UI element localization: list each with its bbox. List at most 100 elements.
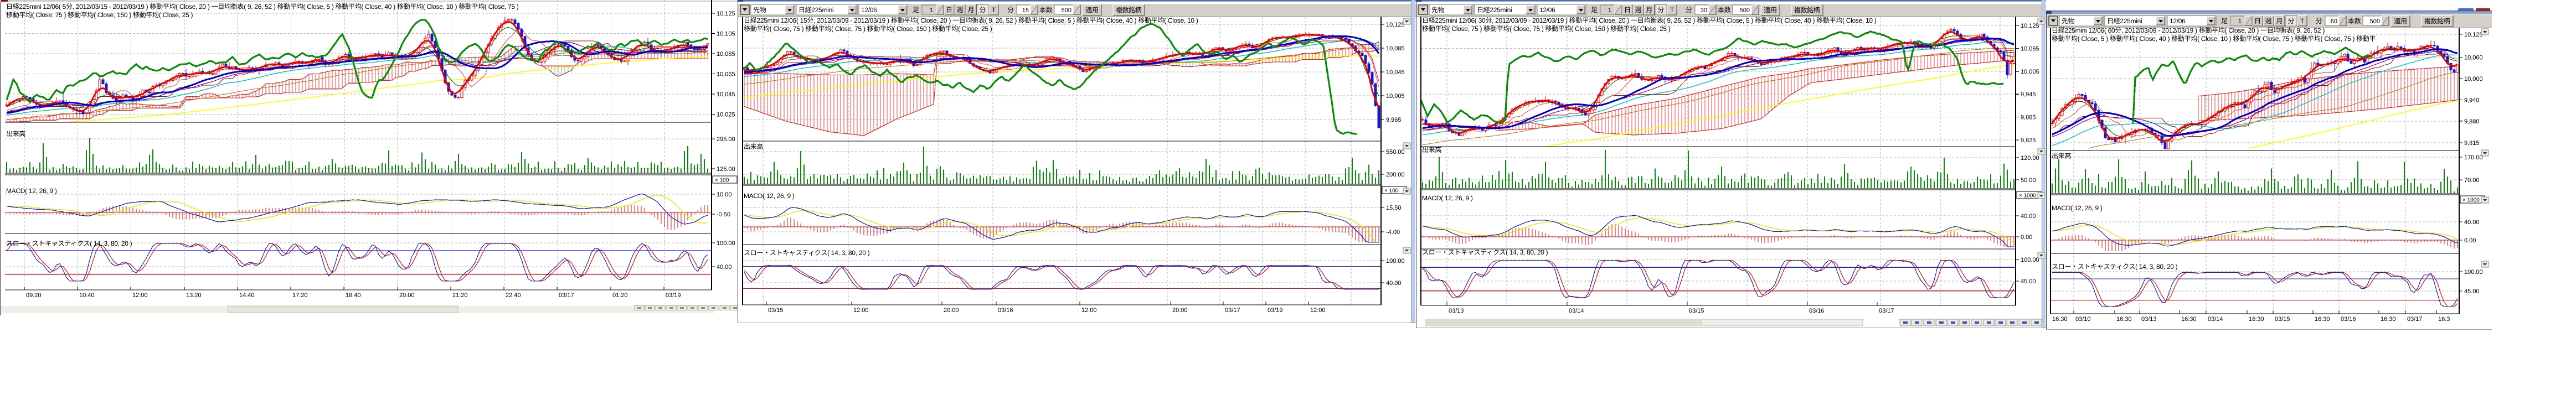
svg-text:16:30: 16:30 — [2116, 316, 2132, 323]
svg-text:分: 分 — [979, 6, 986, 14]
svg-text:03/17: 03/17 — [1879, 308, 1894, 314]
svg-text:日経225mini 12/06( 5分, 2012/03/1: 日経225mini 12/06( 5分, 2012/03/15 - 2012/0… — [6, 3, 519, 11]
svg-text:出来高: 出来高 — [744, 143, 763, 150]
svg-text:03/17: 03/17 — [2407, 316, 2423, 323]
svg-text:週: 週 — [956, 6, 963, 14]
svg-text:45.00: 45.00 — [2464, 288, 2480, 295]
svg-text:10,125: 10,125 — [1386, 22, 1405, 28]
svg-text:0.00: 0.00 — [2021, 234, 2032, 241]
svg-text:スロー・ストキャスティクス( 14, 3, 80, 20 ): スロー・ストキャスティクス( 14, 3, 80, 20 ) — [1422, 248, 1548, 256]
svg-text:T: T — [2300, 17, 2305, 25]
svg-text:移動平均( Close, 5 ) 移動平均( Close: 移動平均( Close, 5 ) 移動平均( Close, 40 ) 移動平均(… — [2052, 35, 2376, 43]
svg-text:分: 分 — [2288, 17, 2294, 25]
svg-text:100.00: 100.00 — [717, 240, 735, 247]
svg-text:MACD( 12, 26, 9 ): MACD( 12, 26, 9 ) — [1422, 194, 1473, 202]
svg-text:22:40: 22:40 — [506, 292, 521, 299]
svg-text:03/16: 03/16 — [998, 307, 1013, 314]
svg-text:60: 60 — [2331, 18, 2337, 25]
svg-text:9,815: 9,815 — [2464, 140, 2480, 147]
svg-text:12/06: 12/06 — [2170, 17, 2186, 25]
svg-text:月: 月 — [1646, 6, 1652, 14]
svg-text:× 1000: × 1000 — [2462, 198, 2480, 204]
svg-text:125.00: 125.00 — [717, 166, 735, 173]
svg-text:出来高: 出来高 — [6, 130, 25, 138]
svg-text:10,085: 10,085 — [717, 51, 735, 58]
svg-text:13:20: 13:20 — [186, 292, 202, 299]
svg-text:40.00: 40.00 — [2021, 213, 2036, 220]
svg-text:03/17: 03/17 — [1225, 307, 1240, 314]
svg-text:MACD( 12, 26, 9 ): MACD( 12, 26, 9 ) — [2052, 204, 2103, 212]
svg-text:15.50: 15.50 — [1386, 205, 1402, 211]
svg-text:複数銘柄: 複数銘柄 — [1116, 7, 1142, 14]
svg-text:適用: 適用 — [1764, 7, 1776, 14]
svg-text:移動平均( Close, 75 ) 移動平均( Clos: 移動平均( Close, 75 ) 移動平均( Close, 150 ) 移動平… — [6, 11, 193, 19]
svg-text:移動平均( Close, 75 ) 移動平均( Clos: 移動平均( Close, 75 ) 移動平均( Close, 75 ) 移動平均… — [744, 25, 992, 33]
svg-text:16:30: 16:30 — [2381, 316, 2396, 323]
svg-text:× 100: × 100 — [1384, 188, 1399, 194]
svg-text:100.00: 100.00 — [2021, 257, 2039, 263]
svg-text:9,940: 9,940 — [2464, 97, 2480, 103]
svg-text:10,025: 10,025 — [717, 112, 735, 118]
svg-text:14:40: 14:40 — [239, 292, 255, 299]
svg-text:足: 足 — [2221, 17, 2228, 25]
svg-text:16:30: 16:30 — [2249, 316, 2264, 323]
svg-text:月: 月 — [967, 6, 974, 14]
svg-text:本数: 本数 — [2348, 17, 2361, 25]
svg-text:1: 1 — [2238, 18, 2242, 25]
svg-text:週: 週 — [2265, 17, 2271, 25]
svg-text:10,105: 10,105 — [717, 31, 735, 38]
svg-text:03/10: 03/10 — [2075, 316, 2091, 323]
svg-text:10,125: 10,125 — [717, 11, 735, 17]
svg-text:出来高: 出来高 — [2052, 152, 2071, 160]
svg-text:本数: 本数 — [1718, 6, 1731, 14]
svg-text:本数: 本数 — [1039, 6, 1053, 14]
svg-text:日経225mini: 日経225mini — [2107, 17, 2142, 25]
svg-text:12/06: 12/06 — [1539, 6, 1555, 14]
svg-text:10,125: 10,125 — [2464, 32, 2483, 38]
svg-text:12:00: 12:00 — [1081, 307, 1097, 314]
svg-text:16:3: 16:3 — [2438, 316, 2450, 323]
svg-text:月: 月 — [2276, 17, 2283, 25]
svg-text:295.00: 295.00 — [717, 136, 735, 143]
svg-text:スロー・ストキャスティクス( 14, 3, 80, 20 ): スロー・ストキャスティクス( 14, 3, 80, 20 ) — [6, 240, 132, 247]
svg-text:100.00: 100.00 — [2464, 269, 2483, 276]
svg-text:足: 足 — [913, 6, 919, 14]
svg-text:550.00: 550.00 — [1386, 149, 1405, 155]
svg-text:170.00: 170.00 — [2464, 154, 2483, 161]
svg-text:日: 日 — [2254, 17, 2261, 25]
svg-text:120.00: 120.00 — [2021, 155, 2039, 162]
svg-text:500: 500 — [1740, 7, 1750, 14]
svg-text:17:20: 17:20 — [292, 292, 308, 299]
svg-text:03/14: 03/14 — [2208, 316, 2223, 323]
svg-text:移動平均( Close, 75 ) 移動平均( Clos: 移動平均( Close, 75 ) 移動平均( Close, 75 ) 移動平均… — [1422, 25, 1671, 33]
svg-text:足: 足 — [1591, 6, 1598, 14]
svg-text:9,885: 9,885 — [2021, 115, 2036, 121]
svg-text:500: 500 — [1062, 7, 1071, 14]
svg-text:12:00: 12:00 — [1310, 307, 1326, 314]
svg-text:日経225mini 12/06( 30分, 2012/03/: 日経225mini 12/06( 30分, 2012/03/09 - 2012/… — [1422, 17, 1877, 24]
svg-text:03/19: 03/19 — [666, 292, 681, 299]
svg-text:分: 分 — [1657, 6, 1664, 14]
svg-text:21:20: 21:20 — [452, 292, 468, 299]
svg-text:日経225mini 12/06( 15分, 2012/03/: 日経225mini 12/06( 15分, 2012/03/09 - 2012/… — [744, 17, 1198, 24]
svg-text:9,965: 9,965 — [1386, 117, 1402, 123]
svg-text:日: 日 — [946, 6, 952, 14]
svg-text:MACD( 12, 26, 9 ): MACD( 12, 26, 9 ) — [6, 187, 57, 195]
svg-text:03/19: 03/19 — [1268, 307, 1283, 314]
svg-text:9,945: 9,945 — [2021, 91, 2036, 98]
svg-text:18:40: 18:40 — [346, 292, 361, 299]
svg-text:適用: 適用 — [2394, 18, 2407, 25]
svg-text:1: 1 — [1608, 7, 1611, 14]
svg-text:16:30: 16:30 — [2181, 316, 2197, 323]
svg-text:20:00: 20:00 — [399, 292, 415, 299]
svg-text:日経225mini 12/06( 60分, 2012/03/: 日経225mini 12/06( 60分, 2012/03/09 - 2012/… — [2052, 27, 2325, 34]
svg-text:日経225mini: 日経225mini — [1477, 6, 1512, 14]
svg-text:9,880: 9,880 — [2464, 118, 2480, 125]
svg-text:03/14: 03/14 — [1569, 308, 1584, 314]
svg-text:10,125: 10,125 — [2021, 23, 2039, 29]
svg-text:先物: 先物 — [753, 6, 766, 14]
svg-text:T: T — [1670, 6, 1675, 14]
svg-text:-0.50: -0.50 — [717, 211, 730, 218]
svg-text:出来高: 出来高 — [1422, 146, 1441, 154]
svg-text:10,000: 10,000 — [2464, 76, 2483, 82]
